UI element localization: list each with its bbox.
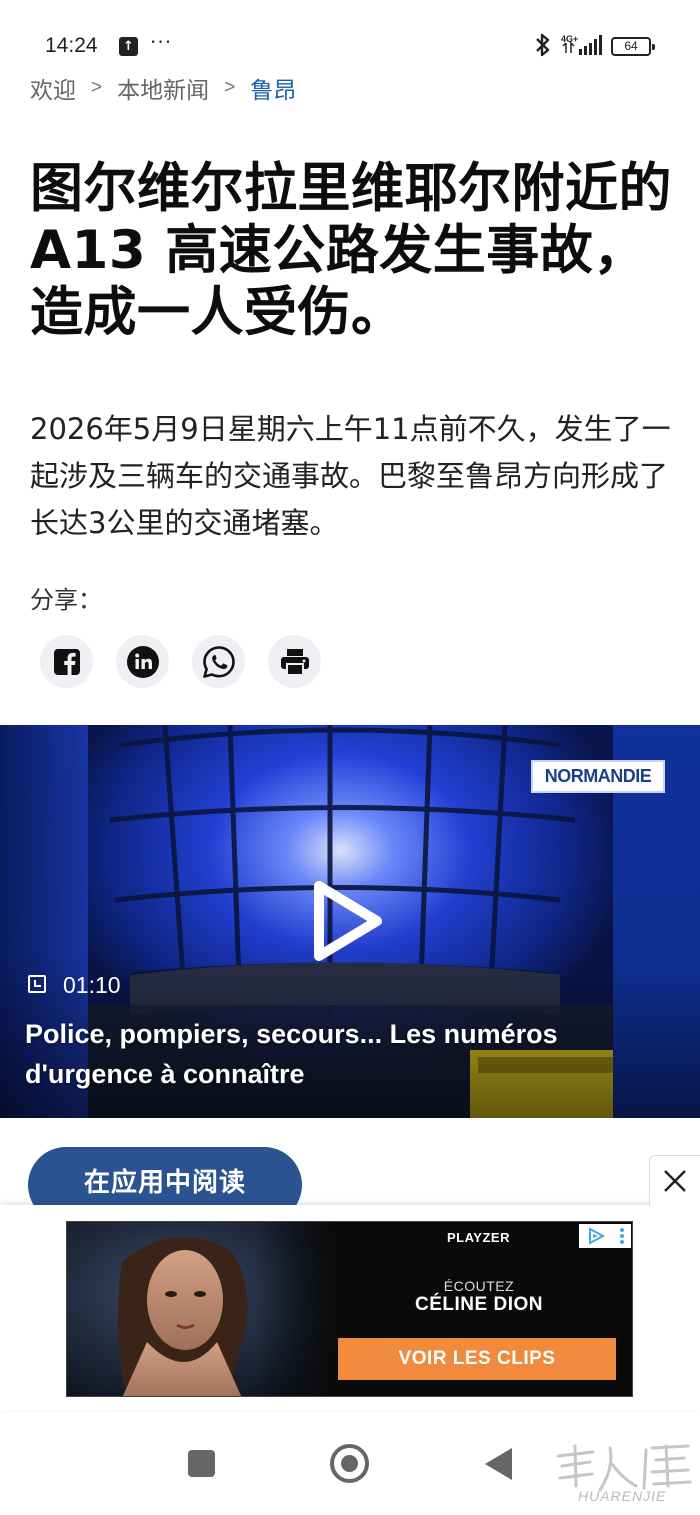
more-notifications-icon: ···	[150, 30, 173, 54]
ad-cta-button[interactable]: VOIR LES CLIPS	[338, 1338, 616, 1380]
ad-brand: PLAYZER	[447, 1230, 510, 1245]
breadcrumb-separator: >	[224, 77, 236, 98]
printer-icon	[280, 648, 309, 676]
play-icon[interactable]	[305, 878, 387, 964]
adchoices-triangle-icon	[588, 1227, 605, 1245]
breadcrumb-current[interactable]: 鲁昂	[250, 71, 296, 105]
ad-artist: CÉLINE DION	[415, 1294, 543, 1315]
linkedin-icon	[126, 645, 159, 678]
status-time: 14:24	[45, 34, 98, 57]
back-button[interactable]	[485, 1448, 512, 1480]
video-duration: 01:10	[63, 972, 121, 998]
close-icon	[664, 1170, 686, 1192]
ad-photo	[67, 1222, 337, 1396]
share-whatsapp-button[interactable]	[192, 635, 245, 688]
facebook-icon	[53, 648, 80, 675]
watermark-text: HUARENJIE	[578, 1488, 667, 1504]
share-facebook-button[interactable]	[40, 635, 93, 688]
video-title[interactable]: Police, pompiers, secours... Les numéros…	[25, 1014, 645, 1094]
breadcrumb-local-news[interactable]: 本地新闻	[117, 71, 209, 105]
battery-icon: 64	[611, 37, 655, 56]
ad-close-button[interactable]	[649, 1155, 700, 1206]
article-lede: 2026年5月9日星期六上午11点前不久，发生了一起涉及三辆车的交通事故。巴黎至…	[30, 412, 671, 540]
status-bar: 14:24 ↑ ··· 4G+ 64	[0, 0, 700, 70]
ad-menu-icon	[619, 1228, 624, 1244]
article-headline: 图尔维尔拉里维耶尔附近的 A13 高速公路发生事故，造成一人受伤。	[30, 158, 672, 343]
upload-notification-icon: ↑	[119, 37, 138, 56]
ad-banner[interactable]: PLAYZER ÉCOUTEZ CÉLINE DION VOIR LES CLI…	[66, 1221, 633, 1397]
whatsapp-icon	[202, 645, 235, 678]
signal-icon: 4G+	[561, 34, 602, 55]
ad-subtitle: ÉCOUTEZ	[443, 1278, 515, 1294]
duration-icon	[28, 975, 46, 993]
breadcrumb-separator: >	[91, 77, 103, 98]
recents-button[interactable]	[188, 1450, 215, 1477]
share-buttons	[40, 635, 321, 688]
home-button[interactable]	[330, 1444, 369, 1483]
network-type-label: 4G+	[561, 34, 578, 44]
channel-logo: NORMANDIE	[531, 760, 665, 793]
breadcrumb: 欢迎 > 本地新闻 > 鲁昂	[30, 72, 296, 104]
share-linkedin-button[interactable]	[116, 635, 169, 688]
share-print-button[interactable]	[268, 635, 321, 688]
share-label: 分享：	[30, 586, 102, 614]
breadcrumb-home[interactable]: 欢迎	[30, 71, 76, 105]
bluetooth-icon	[536, 33, 550, 57]
adchoices-icon[interactable]	[579, 1224, 631, 1248]
